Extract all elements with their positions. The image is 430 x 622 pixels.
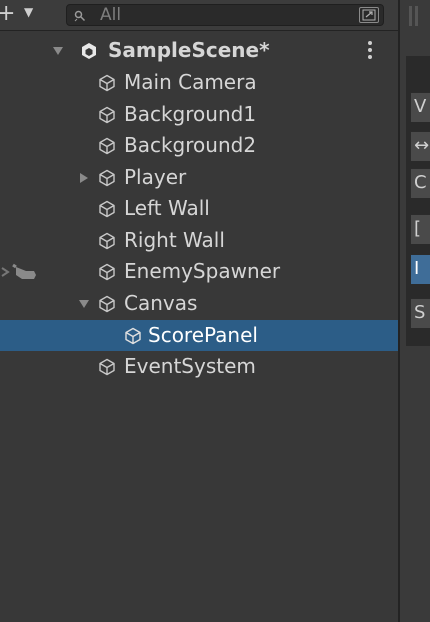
hierarchy-item-label: EventSystem: [124, 354, 256, 378]
gameobject-cube-icon: [99, 106, 115, 124]
unity-scene-icon: [82, 43, 96, 59]
hierarchy-item-label: ScorePanel: [148, 323, 258, 347]
hierarchy-item[interactable]: Right Wall: [0, 225, 398, 256]
gameobject-cube-icon: [99, 169, 115, 187]
hierarchy-item-label: Player: [124, 165, 187, 189]
hierarchy-toolbar: + ▼ All: [0, 0, 398, 31]
hierarchy-item[interactable]: Main Camera: [0, 67, 398, 98]
hierarchy-item[interactable]: Left Wall: [0, 193, 398, 224]
search-field[interactable]: All: [66, 4, 384, 26]
search-placeholder: All: [100, 5, 122, 25]
transform-tool-button[interactable]: S: [410, 298, 430, 328]
gameobject-cube-icon: [99, 295, 115, 313]
create-dropdown-button[interactable]: + ▼: [0, 1, 46, 26]
view-tool-button[interactable]: V: [410, 92, 430, 122]
expand-arrow-icon[interactable]: [79, 298, 89, 310]
maximize-icon[interactable]: [359, 7, 379, 23]
hierarchy-item[interactable]: Canvas: [0, 288, 398, 319]
hierarchy-item-label: EnemySpawner: [124, 259, 281, 283]
hierarchy-item-label: Left Wall: [124, 196, 210, 220]
gameobject-cube-icon: [99, 74, 115, 92]
search-icon: [74, 10, 86, 22]
hierarchy-item-label: Canvas: [124, 291, 198, 315]
move-tool-button[interactable]: ↔: [410, 131, 430, 161]
hierarchy-item[interactable]: EnemySpawner: [0, 256, 398, 287]
plus-icon: +: [0, 1, 16, 26]
hierarchy-item-label: Background2: [124, 133, 257, 157]
hierarchy-item[interactable]: Background2: [0, 130, 398, 161]
gameobject-cube-icon: [99, 200, 115, 218]
expand-arrow-icon[interactable]: [53, 45, 63, 57]
scene-view-edge: V ↔ C [ I S: [400, 0, 430, 622]
gameobject-cube-icon: [99, 137, 115, 155]
hierarchy-item[interactable]: Background1: [0, 99, 398, 130]
gameobject-cube-icon: [125, 327, 141, 345]
pointing-hand-icon: [1, 263, 36, 279]
chevron-down-icon: ▼: [24, 5, 34, 19]
collapsed-arrow-icon[interactable]: [79, 172, 89, 184]
rect-tool-button[interactable]: I: [410, 254, 430, 284]
scene-row[interactable]: SampleScene*: [0, 35, 398, 66]
rotate-tool-button[interactable]: C: [410, 168, 430, 198]
toolbar-grip: [409, 6, 412, 26]
hierarchy-item-label: Right Wall: [124, 228, 225, 252]
scene-name: SampleScene*: [108, 38, 270, 62]
kebab-menu-icon[interactable]: [368, 41, 372, 61]
hierarchy-item[interactable]: Player: [0, 162, 398, 193]
gameobject-cube-icon: [99, 232, 115, 250]
toolbar-grip: [415, 6, 418, 26]
hierarchy-panel: + ▼ All SampleScene* Main Camera Backgro…: [0, 0, 398, 622]
gameobject-cube-icon: [99, 358, 115, 376]
scale-tool-button[interactable]: [: [410, 214, 430, 244]
hierarchy-item-label: Main Camera: [124, 70, 257, 94]
hierarchy-item-selected[interactable]: ScorePanel: [0, 320, 398, 351]
gameobject-cube-icon: [99, 263, 115, 281]
hierarchy-item-label: Background1: [124, 102, 257, 126]
hierarchy-item[interactable]: EventSystem: [0, 351, 398, 382]
